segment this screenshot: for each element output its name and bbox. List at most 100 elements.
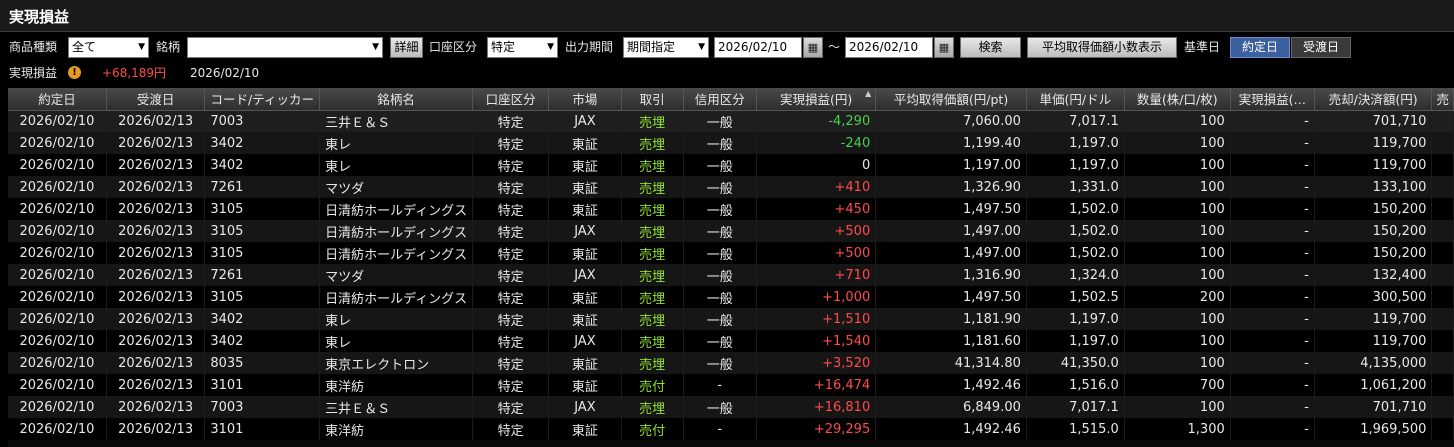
issue-select[interactable]: ▼	[187, 37, 383, 58]
cell-trade-date: 2026/02/10	[8, 176, 107, 198]
table-row[interactable]: 2026/02/10 2026/02/13 3105 日清紡ホールディングス 特定 JAX…	[8, 220, 1454, 242]
table-row[interactable]: 2026/02/10 2026/02/13 7003 三井Ｅ＆Ｓ 特定 JAX 売埋 一般 +1…	[8, 396, 1454, 418]
cell-sale-amount: 4,135,000	[1314, 352, 1433, 374]
cell-realized-pl-2: -	[1230, 198, 1315, 220]
period-select[interactable]: 期間指定 ▼	[623, 37, 709, 58]
cell-realized-pl-2: -	[1230, 242, 1315, 264]
cell-trade-date: 2026/02/10	[8, 286, 107, 308]
cell-code: 3402	[204, 308, 321, 330]
cell-transaction: 売埋	[621, 352, 684, 374]
base-trade-date-button[interactable]: 約定日	[1230, 37, 1290, 58]
cell-market: 東証	[548, 374, 622, 396]
header-col-transaction[interactable]: 取引	[621, 88, 684, 111]
calendar-icon[interactable]: ▦	[803, 37, 823, 58]
table-row[interactable]: 2026/02/10 2026/02/13 3402 東レ 特定 東証 売埋 一般 +1,510…	[8, 308, 1454, 330]
header-col-realized-pl[interactable]: 実現損益(円) ▲	[756, 88, 877, 111]
header-col-account-type[interactable]: 口座区分	[472, 88, 550, 111]
table-row[interactable]: 2026/02/10 2026/02/13 3402 東レ 特定 JAX 売埋 一般 +1,54…	[8, 330, 1454, 352]
cell-settle-date: 2026/02/13	[106, 396, 206, 418]
table-row[interactable]: 2026/02/10 2026/02/13 3402 東レ 特定 東証 売埋 一般 -240 1,…	[8, 132, 1454, 154]
table-row[interactable]: 2026/02/10 2026/02/13 3402 東レ 特定 東証 売埋 一般 0 1,197…	[8, 154, 1454, 176]
product-type-select[interactable]: 全て ▼	[68, 37, 149, 58]
header-col-sale-more[interactable]: 売	[1431, 88, 1454, 111]
cell-margin-type: 一般	[683, 264, 757, 286]
cell-realized-pl-2: -	[1230, 418, 1315, 440]
warning-icon[interactable]: !	[68, 66, 81, 79]
header-col-market[interactable]: 市場	[548, 88, 622, 111]
cell-realized-pl: +3,520	[756, 352, 877, 374]
header-col-margin-type[interactable]: 信用区分	[683, 88, 757, 111]
cell-avg-cost: 1,199.40	[875, 132, 1027, 154]
header-col-avg-cost[interactable]: 平均取得価額(円/pt)	[875, 88, 1027, 111]
cell-trade-date: 2026/02/10	[8, 374, 107, 396]
header-col-realized-pl-2[interactable]: 実現損益(…	[1230, 88, 1315, 111]
header-col-quantity[interactable]: 数量(株/口/枚)	[1124, 88, 1231, 111]
cell-realized-pl-2: -	[1230, 286, 1315, 308]
decimal-display-button[interactable]: 平均取得価額小数表示	[1027, 37, 1177, 58]
cell-realized-pl-2: -	[1230, 352, 1315, 374]
header-col-sale-amount[interactable]: 売却/決済額(円)	[1314, 88, 1433, 111]
cell-code: 3105	[204, 198, 321, 220]
chevron-down-icon: ▼	[698, 42, 705, 52]
cell-unit-price: 1,331.0	[1026, 176, 1125, 198]
cell-sale-more	[1431, 286, 1454, 308]
cell-margin-type: 一般	[683, 352, 757, 374]
chevron-down-icon: ▼	[372, 42, 379, 52]
cell-sale-more	[1431, 154, 1454, 176]
sort-ascending-icon: ▲	[865, 89, 872, 98]
calendar-icon[interactable]: ▦	[934, 37, 954, 58]
header-col-code[interactable]: コード/ティッカー	[204, 88, 321, 111]
cell-unit-price: 1,502.5	[1026, 286, 1125, 308]
cell-avg-cost: 1,492.46	[875, 418, 1027, 440]
cell-realized-pl: +16,474	[756, 374, 877, 396]
cell-code: 3101	[204, 374, 321, 396]
table-row[interactable]: 2026/02/10 2026/02/13 3105 日清紡ホールディングス 特定 東証売…	[8, 242, 1454, 264]
cell-code: 3402	[204, 330, 321, 352]
table-row[interactable]: 2026/02/10 2026/02/13 3101 東洋紡 特定 東証 売付 - +29,29…	[8, 418, 1454, 440]
cell-trade-date: 2026/02/10	[8, 132, 107, 154]
cell-transaction: 売埋	[621, 176, 684, 198]
cell-realized-pl: +710	[756, 264, 877, 286]
date-from-input[interactable]: 2026/02/10	[714, 37, 802, 58]
base-settlement-date-button[interactable]: 受渡日	[1291, 37, 1351, 58]
account-type-select[interactable]: 特定 ▼	[487, 37, 558, 58]
realized-pl-table[interactable]: 約定日 受渡日 コード/ティッカー 銘柄名 口座区分 市場 取引 信用区分 実現損益(円) ▲ 平均…	[8, 88, 1454, 447]
cell-unit-price: 1,502.0	[1026, 220, 1125, 242]
header-col-settle-date[interactable]: 受渡日	[106, 88, 206, 111]
cell-sale-more	[1431, 352, 1454, 374]
date-range-separator: ～	[828, 40, 841, 54]
header-col-trade-date[interactable]: 約定日	[8, 88, 107, 111]
cell-unit-price: 1,516.0	[1026, 374, 1125, 396]
cell-code: 3105	[204, 286, 321, 308]
table-row[interactable]: 2026/02/10 2026/02/13 8035 東京エレクトロン 特定 東証 売埋 一般…	[8, 352, 1454, 374]
cell-sale-amount: 119,700	[1314, 132, 1433, 154]
cell-trade-date: 2026/02/10	[8, 264, 107, 286]
table-row[interactable]: 2026/02/10 2026/02/13 7003 三井Ｅ＆Ｓ 特定 JAX 売埋 一般 -4…	[8, 110, 1454, 132]
cell-margin-type: 一般	[683, 286, 757, 308]
header-col-issue-name[interactable]: 銘柄名	[319, 88, 474, 111]
date-to-input[interactable]: 2026/02/10	[845, 37, 933, 58]
cell-realized-pl: +500	[756, 220, 877, 242]
cell-quantity: 100	[1124, 330, 1231, 352]
cell-avg-cost: 1,181.60	[875, 330, 1027, 352]
table-row[interactable]: 2026/02/10 2026/02/13 3105 日清紡ホールディングス 特定 東証売…	[8, 198, 1454, 220]
cell-transaction: 売埋	[621, 132, 684, 154]
search-button[interactable]: 検索	[960, 37, 1021, 58]
cell-trade-date: 2026/02/10	[8, 110, 107, 132]
title-bar: 実現損益	[0, 0, 1454, 32]
table-row[interactable]: 2026/02/10 2026/02/13 7261 マツダ 特定 JAX 売埋 一般 +710…	[8, 264, 1454, 286]
cell-unit-price: 1,197.0	[1026, 132, 1125, 154]
table-row[interactable]: 2026/02/10 2026/02/13 7261 マツダ 特定 東証 売埋 一般 +410 1…	[8, 176, 1454, 198]
table-row[interactable]: 2026/02/10 2026/02/13 3105 日清紡ホールディングス 特定 東証売…	[8, 286, 1454, 308]
cell-realized-pl: -240	[756, 132, 877, 154]
cell-code: 3402	[204, 154, 321, 176]
detail-button[interactable]: 詳細	[390, 37, 423, 58]
cell-issue-name: 東レ	[319, 132, 474, 154]
cell-realized-pl: +29,295	[756, 418, 877, 440]
cell-realized-pl: +410	[756, 176, 877, 198]
header-col-unit-price[interactable]: 単価(円/ドル	[1026, 88, 1125, 111]
cell-sale-more	[1431, 220, 1454, 242]
cell-code: 3402	[204, 132, 321, 154]
cell-realized-pl: +450	[756, 198, 877, 220]
table-row[interactable]: 2026/02/10 2026/02/13 3101 東洋紡 特定 東証 売付 - +16,47…	[8, 374, 1454, 396]
